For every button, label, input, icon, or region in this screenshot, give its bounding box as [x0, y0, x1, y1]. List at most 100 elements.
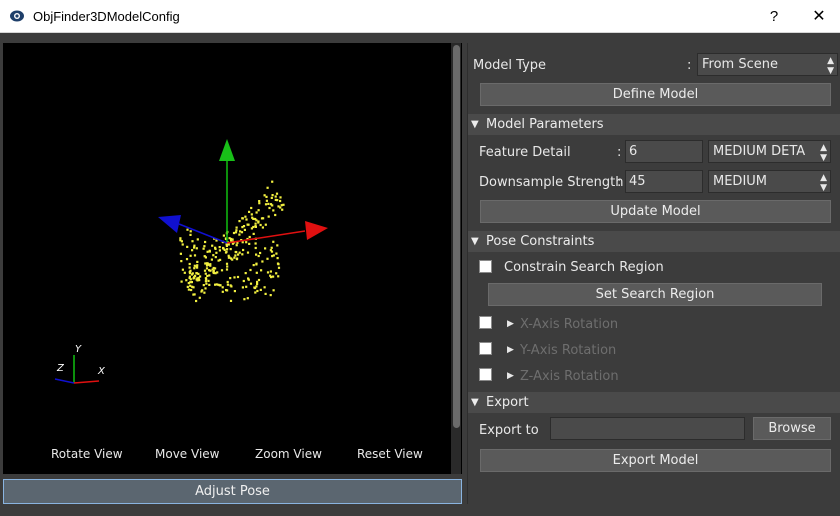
point — [211, 244, 214, 247]
point — [227, 256, 230, 259]
point — [217, 259, 220, 262]
point — [264, 223, 267, 226]
model-type-select[interactable]: From Scene ▲ ▼ — [697, 53, 838, 76]
point — [197, 272, 200, 275]
viewport-scrollbar[interactable] — [451, 43, 461, 474]
point — [272, 254, 275, 257]
point — [196, 277, 199, 280]
point — [244, 215, 247, 218]
point — [258, 202, 261, 205]
app-eye-icon — [10, 10, 24, 22]
point — [275, 192, 279, 195]
point — [193, 254, 197, 257]
gizmo-x-axis[interactable] — [226, 230, 306, 244]
point — [229, 277, 232, 280]
expand-triangle-icon[interactable]: ▶ — [507, 318, 514, 329]
gizmo-z-axis[interactable] — [178, 223, 228, 244]
point — [188, 272, 192, 275]
point — [204, 280, 207, 283]
point — [276, 257, 279, 260]
expand-triangle-icon[interactable]: ▶ — [507, 344, 514, 355]
point — [272, 289, 275, 292]
config-panel: Model Type : From Scene ▲ ▼ Define Model … — [467, 43, 840, 504]
point — [234, 254, 237, 257]
point — [265, 199, 268, 202]
point — [199, 275, 202, 278]
point — [246, 297, 249, 300]
move-view-button[interactable]: Move View — [155, 447, 219, 461]
model-parameters-header[interactable]: ▼ Model Parameters — [468, 114, 840, 135]
point — [193, 264, 196, 267]
3d-viewport[interactable]: Y Z X Rotate View Move View Zoom View Re… — [3, 43, 462, 474]
constrain-search-region-checkbox[interactable] — [479, 260, 492, 273]
define-model-button[interactable]: Define Model — [480, 83, 831, 106]
z-axis-rotation-checkbox[interactable] — [479, 368, 492, 381]
point — [235, 251, 238, 254]
reset-view-button[interactable]: Reset View — [357, 447, 423, 461]
set-search-region-button[interactable]: Set Search Region — [488, 283, 822, 306]
point — [264, 203, 268, 206]
gizmo-y-arrowhead[interactable] — [219, 139, 235, 161]
point — [198, 296, 201, 299]
point — [230, 257, 233, 260]
feature-detail-input[interactable]: 6 — [625, 140, 703, 163]
feature-detail-preset-select[interactable]: MEDIUM DETA ▲ ▼ — [708, 140, 831, 163]
pose-constraints-header[interactable]: ▼ Pose Constraints — [468, 231, 840, 252]
point — [266, 186, 269, 189]
point — [276, 244, 279, 247]
zoom-view-button[interactable]: Zoom View — [255, 447, 322, 461]
point — [180, 260, 183, 263]
downsample-input[interactable]: 45 — [625, 170, 703, 193]
point — [261, 226, 264, 229]
close-button[interactable]: ✕ — [798, 0, 840, 33]
point — [189, 284, 192, 287]
x-axis-rotation-checkbox[interactable] — [479, 316, 492, 329]
collapse-triangle-icon: ▼ — [471, 236, 479, 247]
point — [250, 213, 253, 216]
point — [238, 220, 241, 223]
point — [190, 288, 193, 292]
expand-triangle-icon[interactable]: ▶ — [507, 370, 514, 381]
gizmo-x-arrowhead[interactable] — [305, 221, 328, 240]
export-model-button[interactable]: Export Model — [480, 449, 831, 472]
point — [181, 243, 184, 246]
point — [204, 272, 207, 275]
point — [277, 275, 280, 278]
z-axis-rotation-label: Z-Axis Rotation — [520, 369, 619, 384]
x-axis-rotation-label: X-Axis Rotation — [520, 317, 619, 332]
viewport-scrollbar-thumb[interactable] — [453, 45, 460, 428]
point — [259, 251, 262, 255]
constrain-search-region-label[interactable]: Constrain Search Region — [504, 260, 664, 275]
model-type-label: Model Type — [473, 58, 547, 73]
point — [279, 196, 282, 199]
point — [254, 222, 257, 225]
y-axis-rotation-checkbox[interactable] — [479, 342, 492, 355]
point — [248, 210, 251, 213]
downsample-preset-select[interactable]: MEDIUM ▲ ▼ — [708, 170, 831, 193]
point — [210, 258, 213, 261]
export-header[interactable]: ▼ Export — [468, 392, 840, 413]
rotate-view-button[interactable]: Rotate View — [51, 447, 123, 461]
point — [204, 240, 207, 244]
point — [257, 254, 260, 258]
point — [223, 248, 226, 251]
point — [195, 272, 198, 275]
scene-canvas[interactable]: Y Z X — [3, 43, 451, 474]
point — [186, 245, 189, 248]
gizmo-z-arrowhead[interactable] — [158, 215, 181, 233]
update-model-button[interactable]: Update Model — [480, 200, 831, 223]
help-button[interactable]: ? — [760, 0, 788, 33]
point — [257, 209, 260, 212]
point — [225, 262, 229, 265]
browse-button[interactable]: Browse — [753, 417, 831, 440]
point — [255, 285, 258, 288]
adjust-pose-button[interactable]: Adjust Pose — [3, 479, 462, 504]
point — [255, 211, 258, 214]
point — [276, 262, 280, 265]
point — [180, 280, 183, 283]
export-path-input[interactable] — [550, 417, 745, 440]
point — [241, 217, 244, 220]
point — [271, 180, 274, 183]
point — [196, 266, 199, 269]
point — [189, 269, 192, 272]
